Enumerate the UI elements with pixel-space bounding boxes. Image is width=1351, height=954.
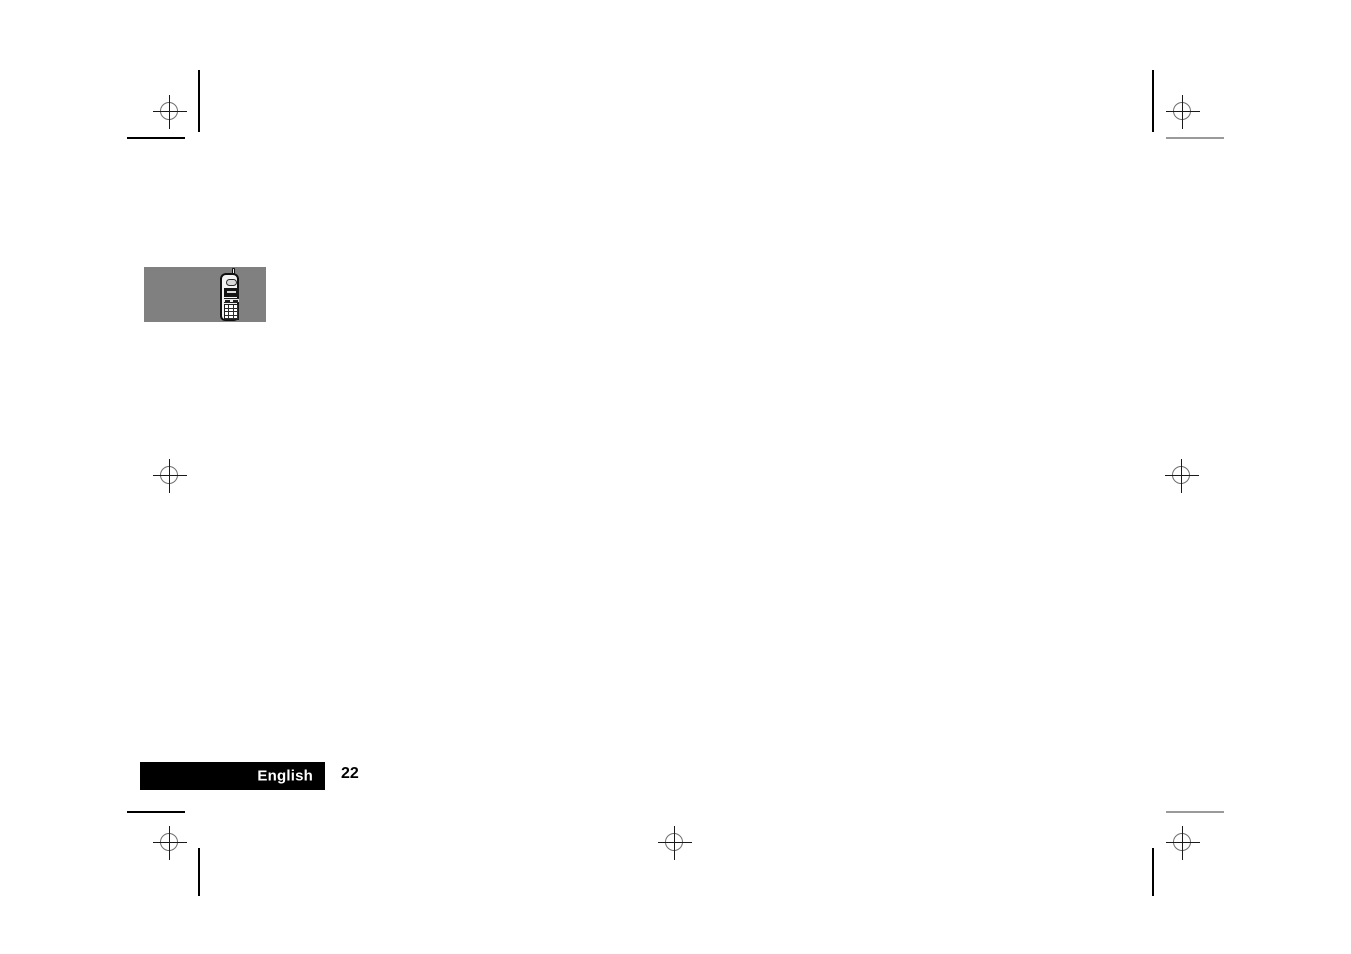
figure-panel — [144, 267, 266, 322]
registration-crosshair-vertical — [1181, 459, 1182, 493]
manual-page: English 22 — [0, 0, 1351, 954]
handset-softkey-row — [224, 298, 239, 303]
registration-crosshair-vertical — [169, 95, 170, 129]
registration-crosshair-vertical — [169, 459, 170, 493]
registration-mark-middle-right — [1165, 459, 1199, 493]
registration-crosshair-vertical — [1182, 95, 1183, 129]
footer-language-bar: English — [140, 762, 325, 790]
registration-crosshair-horizontal — [153, 111, 187, 112]
handset-screen — [224, 288, 239, 297]
trim-line-bottom-right-horizontal — [1166, 811, 1224, 813]
registration-crosshair-vertical — [674, 826, 675, 860]
trim-line-top-right-vertical — [1152, 70, 1154, 132]
page-number: 22 — [341, 765, 359, 782]
registration-crosshair-horizontal — [153, 475, 187, 476]
trim-line-bottom-left-vertical — [198, 848, 200, 896]
registration-mark-middle-left — [153, 459, 187, 493]
handset-screen-text — [227, 291, 236, 293]
registration-crosshair-vertical — [1182, 826, 1183, 860]
registration-mark-top-right — [1166, 95, 1200, 129]
registration-mark-bottom-center — [658, 826, 692, 860]
handset-softkey-right — [233, 300, 238, 303]
registration-crosshair-horizontal — [1165, 475, 1199, 476]
registration-mark-bottom-left — [153, 826, 187, 860]
handset-keypad — [224, 304, 239, 320]
trim-line-bottom-right-vertical — [1152, 848, 1154, 896]
handset-body — [220, 273, 239, 321]
cordless-handset-icon — [216, 268, 242, 321]
trim-line-bottom-left-horizontal — [127, 811, 185, 813]
registration-crosshair-vertical — [169, 826, 170, 860]
registration-mark-bottom-right — [1166, 826, 1200, 860]
trim-line-top-right-horizontal — [1166, 137, 1224, 139]
footer-language-label: English — [257, 767, 313, 785]
handset-key — [233, 315, 238, 319]
registration-crosshair-horizontal — [153, 842, 187, 843]
registration-mark-top-left — [153, 95, 187, 129]
registration-crosshair-horizontal — [1166, 842, 1200, 843]
handset-softkey-left — [225, 300, 230, 303]
registration-crosshair-horizontal — [658, 842, 692, 843]
trim-line-top-left-vertical — [198, 70, 200, 132]
registration-crosshair-horizontal — [1166, 111, 1200, 112]
trim-line-top-left-horizontal — [127, 137, 185, 139]
handset-earpiece — [226, 279, 237, 286]
